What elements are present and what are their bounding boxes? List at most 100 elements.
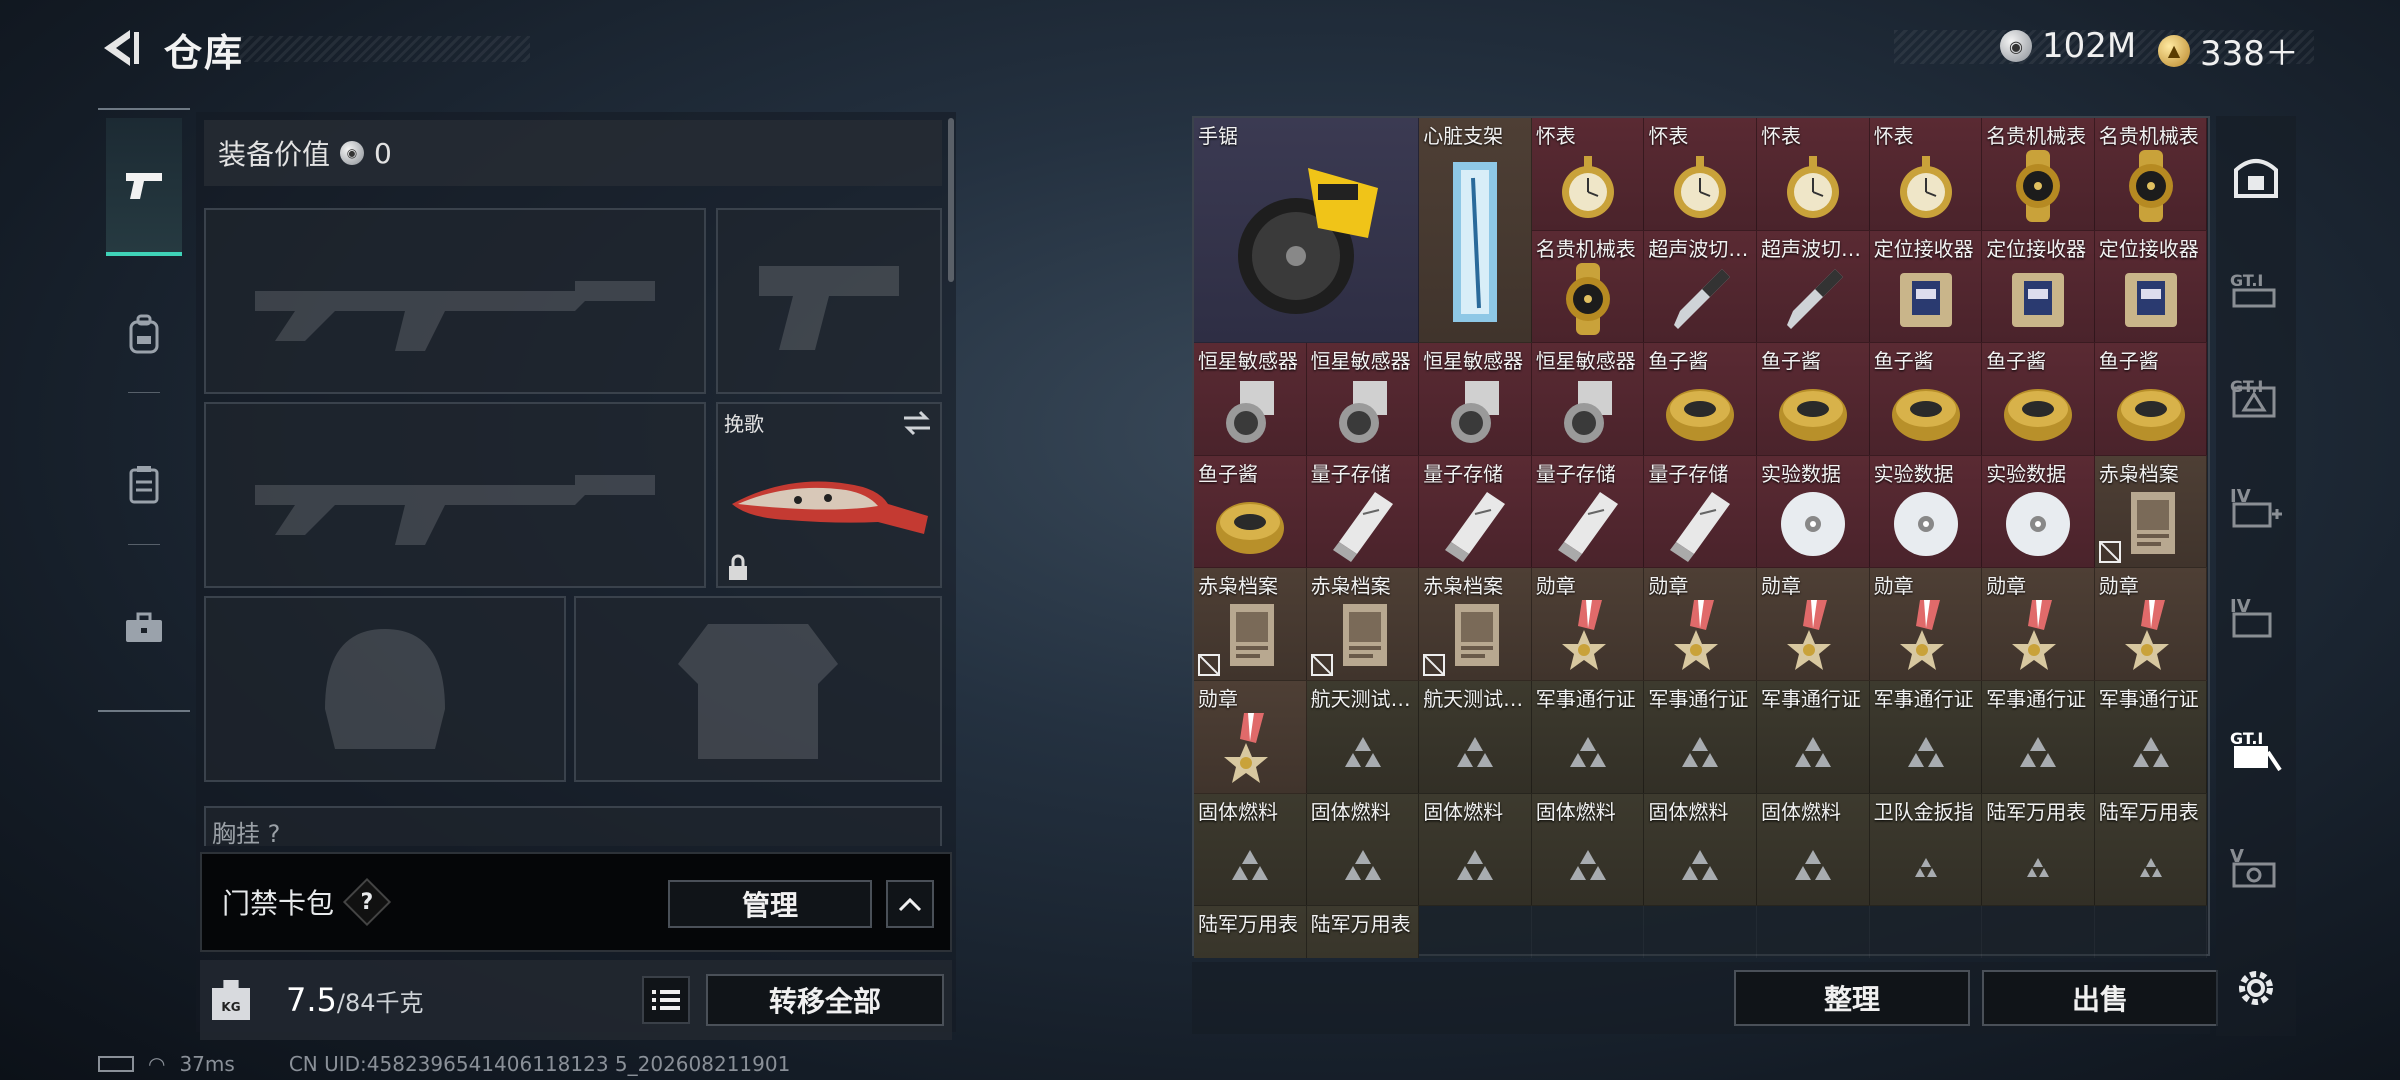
item-cell[interactable]: 怀表 [1644,118,1757,231]
armor-slot[interactable] [574,596,942,782]
item-cell[interactable]: 勋章 [2094,568,2208,681]
item-cell[interactable]: 航天测试… [1306,681,1420,794]
item-cell[interactable]: 航天测试… [1419,681,1532,794]
item-cell[interactable]: 固体燃料 [1194,793,1307,907]
manage-button[interactable]: 管理 [668,880,872,928]
item-cell[interactable]: 陆军万用表 [1982,793,2095,907]
item-cell[interactable]: 鱼子酱 [1869,343,1983,456]
item-cell[interactable]: 陆军万用表 [1194,906,1307,958]
empty-slot[interactable] [1982,906,2095,958]
item-cell[interactable]: 量子存储 [1644,455,1757,569]
empty-slot[interactable] [1644,906,1757,958]
safe-icon[interactable] [2224,146,2288,210]
item-cell[interactable]: 勋章 [1531,568,1645,681]
empty-slot[interactable] [1419,906,1532,958]
back-arrow-icon[interactable] [96,26,142,70]
item-cell[interactable]: 定位接收器 [2094,230,2208,344]
item-cell[interactable]: 心脏支架 [1419,118,1532,344]
iv-plus-icon[interactable]: IV [2224,476,2288,540]
item-cell[interactable]: 名贵机械表 [2094,118,2208,231]
empty-slot[interactable] [1531,906,1645,958]
item-cell[interactable]: 赤枭档案 [1306,568,1420,681]
gt-icon-1[interactable]: GT.I [2224,258,2288,322]
item-cell[interactable]: 超声波切… [1757,230,1870,344]
primary-weapon-slot[interactable] [204,208,706,394]
transfer-all-button[interactable]: 转移全部 [706,974,944,1026]
tab-case[interactable] [106,590,182,666]
item-cell[interactable]: 量子存储 [1306,455,1420,569]
v-icon[interactable]: V [2224,836,2288,900]
melee-slot[interactable]: 挽歌 [716,402,942,588]
help-icon[interactable]: ? [342,877,392,927]
item-cell[interactable]: 量子存储 [1531,455,1645,569]
item-cell[interactable]: 鱼子酱 [1644,343,1757,456]
sort-button[interactable]: 整理 [1734,970,1970,1026]
item-cell[interactable]: 军事通行证 [2094,681,2208,794]
item-cell[interactable]: 勋章 [1869,568,1983,681]
expand-button[interactable] [886,880,934,928]
item-cell[interactable]: 实验数据 [1869,455,1983,569]
iv-icon[interactable]: IV [2224,586,2288,650]
swap-icon[interactable] [902,410,932,436]
item-cell[interactable]: 陆军万用表 [2094,793,2208,907]
item-cell[interactable]: 鱼子酱 [1757,343,1870,456]
item-cell[interactable]: 固体燃料 [1306,793,1420,907]
tab-backpack[interactable] [106,296,182,372]
item-cell[interactable]: 赤枭档案 [1194,568,1307,681]
item-cell[interactable]: 勋章 [1982,568,2095,681]
item-cell[interactable]: 军事通行证 [1869,681,1983,794]
item-cell[interactable]: 怀表 [1757,118,1870,231]
item-icon [2111,484,2191,564]
item-cell[interactable]: 勋章 [1194,681,1307,794]
helmet-slot[interactable] [204,596,566,782]
item-cell[interactable]: 固体燃料 [1419,793,1532,907]
item-cell[interactable]: 怀表 [1531,118,1645,231]
item-cell[interactable]: 鱼子酱 [1194,455,1307,569]
empty-slot[interactable] [1757,906,1870,958]
item-cell[interactable]: 勋章 [1644,568,1757,681]
empty-slot[interactable] [2094,906,2208,958]
item-cell[interactable]: 卫队金扳指 [1869,793,1983,907]
gt-icon-2[interactable]: GT.I [2224,366,2288,430]
tab-vest[interactable] [106,446,182,522]
item-cell[interactable]: 勋章 [1757,568,1870,681]
secondary-weapon-slot[interactable] [204,402,706,588]
item-cell[interactable]: 军事通行证 [1982,681,2095,794]
item-cell[interactable]: 恒星敏感器 [1306,343,1420,456]
item-cell[interactable]: 手锯 [1194,118,1420,344]
currency-gold[interactable]: ▲ 338＋ [2158,26,2299,75]
item-cell[interactable]: 恒星敏感器 [1419,343,1532,456]
item-cell[interactable]: 超声波切… [1644,230,1757,344]
item-cell[interactable]: 鱼子酱 [2094,343,2208,456]
item-cell[interactable]: 固体燃料 [1644,793,1757,907]
item-cell[interactable]: 赤枭档案 [1419,568,1532,681]
item-cell[interactable]: 陆军万用表 [1306,906,1420,958]
item-cell[interactable]: 军事通行证 [1531,681,1645,794]
item-cell[interactable]: 实验数据 [1757,455,1870,569]
equipment-scrollbar[interactable] [948,118,954,282]
knife-icon [732,481,928,534]
chest-rig-slot[interactable]: 胸挂 ? [204,806,942,846]
item-cell[interactable]: 定位接收器 [1982,230,2095,344]
item-cell[interactable]: 名贵机械表 [1531,230,1645,344]
tab-weapons[interactable] [106,118,182,256]
item-cell[interactable]: 名贵机械表 [1982,118,2095,231]
item-cell[interactable]: 军事通行证 [1644,681,1757,794]
item-cell[interactable]: 鱼子酱 [1982,343,2095,456]
empty-slot[interactable] [1869,906,1983,958]
sell-button[interactable]: 出售 [1982,970,2218,1026]
item-cell[interactable]: 固体燃料 [1531,793,1645,907]
item-cell[interactable]: 赤枭档案 [2094,455,2208,569]
item-cell[interactable]: 怀表 [1869,118,1983,231]
item-cell[interactable]: 固体燃料 [1757,793,1870,907]
item-cell[interactable]: 军事通行证 [1757,681,1870,794]
pistol-slot[interactable] [716,208,942,394]
item-cell[interactable]: 实验数据 [1982,455,2095,569]
settings-icon[interactable] [2224,956,2288,1020]
gt-card-icon[interactable]: GT.I [2224,718,2288,782]
list-view-button[interactable] [642,976,690,1024]
item-cell[interactable]: 恒星敏感器 [1531,343,1645,456]
item-cell[interactable]: 定位接收器 [1869,230,1983,344]
item-cell[interactable]: 恒星敏感器 [1194,343,1307,456]
item-cell[interactable]: 量子存储 [1419,455,1532,569]
